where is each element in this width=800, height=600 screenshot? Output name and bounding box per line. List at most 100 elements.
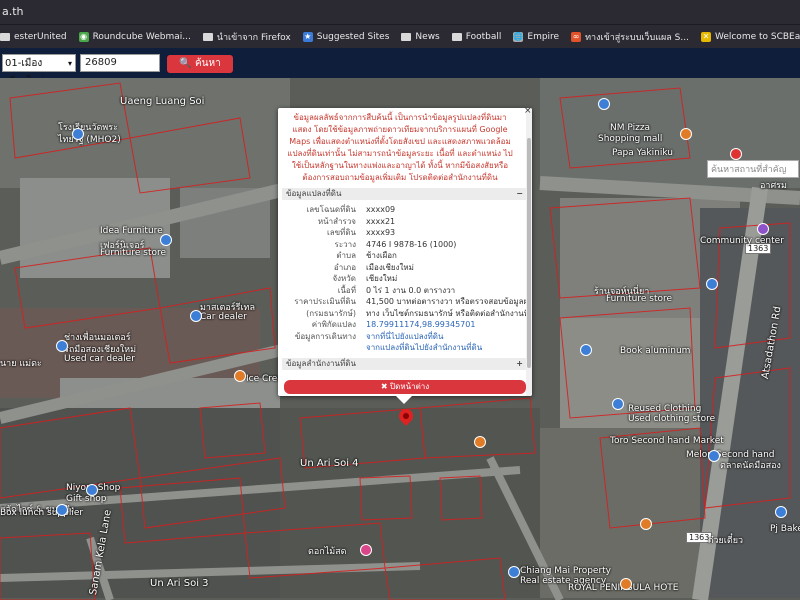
parcel-row: เลขโฉนดที่ดิน xxxx09	[282, 204, 526, 215]
search-button[interactable]: 🔍 ค้นหา	[167, 55, 233, 73]
collapse-icon: −	[516, 189, 523, 198]
parcel-row: ตำบล ช้างเผือก	[282, 250, 526, 261]
section-parcel-info[interactable]: ข้อมูลแปลงที่ดิน −	[282, 188, 526, 200]
field-link[interactable]: จากที่นี่ไปยังแปลงที่ดิน	[366, 331, 443, 342]
bookmark-8[interactable]: ✕Welcome to SCBEas...	[700, 32, 800, 42]
scb-icon: ✕	[700, 32, 711, 42]
bookmark-label: News	[415, 32, 440, 42]
ice-cream-marker-icon[interactable]	[234, 370, 246, 382]
property-marker-icon[interactable]	[508, 566, 520, 578]
folder-icon	[0, 33, 10, 41]
place-label: Community center	[700, 236, 784, 246]
field-value: xxxx93	[366, 228, 396, 237]
flower-marker-icon[interactable]	[360, 544, 372, 556]
field-label: ข้อมูลการเดินทาง	[294, 331, 356, 341]
field-label: เนื้อที่	[337, 285, 356, 295]
place-label: Used clothing store	[628, 414, 716, 424]
close-window-button[interactable]: ✖ ปิดหน้าต่าง	[284, 380, 526, 394]
folder-icon	[202, 33, 213, 41]
field-value: xxxx21	[366, 216, 396, 226]
furniture-store-marker-icon[interactable]	[706, 278, 718, 290]
restaurant-marker-icon[interactable]	[474, 436, 486, 448]
bookmark-4[interactable]: News	[401, 32, 440, 42]
place-label: Chiang Mai Property	[520, 566, 612, 576]
bookmark-label: Roundcube Webmai...	[92, 32, 191, 42]
bookmark-7[interactable]: ∞ ทางเข้าสู่ระบบเว็บแผล S...	[571, 30, 689, 44]
noodle-marker-icon[interactable]	[640, 518, 652, 530]
bookmark-5[interactable]: Football	[451, 32, 502, 42]
bookmark-1[interactable]: ◉ Roundcube Webmai...	[78, 32, 191, 42]
field-value: 0 ไร่ 1 งาน 0.0 ตารางวา	[366, 285, 456, 295]
bookmark-0[interactable]: esterUnited	[0, 32, 67, 42]
expand-icon: +	[516, 359, 523, 368]
parcel-row: เนื้อที่ 0 ไร่ 1 งาน 0.0 ตารางวา	[282, 285, 526, 296]
used-car-marker-icon[interactable]	[56, 340, 68, 352]
aluminum-marker-icon[interactable]	[580, 344, 592, 356]
hotel-marker-icon[interactable]	[620, 578, 632, 590]
field-label: ราคาประเมินที่ดิน	[294, 297, 356, 306]
popup-scrollbar[interactable]	[526, 108, 532, 396]
secondhand-marker-icon[interactable]	[708, 450, 720, 462]
bookmark-label: Welcome to SCBEas...	[714, 32, 800, 42]
bookmark-2[interactable]: นำเข้าจาก Firefox	[202, 30, 291, 44]
car-dealer-marker-icon[interactable]	[190, 310, 202, 322]
parcel-row: ข้อมูลการเดินทาง จากที่นี่ไปยังแปลงที่ดิน	[282, 331, 526, 342]
place-label: Shopping mall	[598, 134, 663, 144]
bookmark-label: Football	[465, 32, 502, 42]
parcel-row: อำเภอ เมืองเชียงใหม่	[282, 262, 526, 273]
address-bar[interactable]: a.th	[0, 0, 800, 24]
bookmarks-bar: esterUnited ◉ Roundcube Webmai... นำเข้าจาก…	[0, 24, 800, 49]
district-select[interactable]: 01-เมืองเชียงใหม่▾	[2, 54, 76, 87]
place-label: อาศรม	[760, 181, 787, 191]
place-label: Used car dealer	[64, 354, 135, 364]
parcel-row: ราคาประเมินที่ดิน 41,500 บาทต่อตารางวา หร…	[282, 296, 532, 307]
field-label: ระวาง	[334, 239, 356, 249]
lunch-marker-icon[interactable]	[56, 504, 68, 516]
disclaimer-text: ข้อมูลผลลัพธ์จากการสืบค้นนี้ เป็นการนำข้…	[287, 113, 513, 182]
parcel-info-popup: ข้อมูลผลลัพธ์จากการสืบค้นนี้ เป็นการนำข้…	[278, 108, 532, 396]
globe-icon: 🌐	[513, 32, 524, 42]
place-label: Car dealer	[200, 312, 247, 322]
field-value: xxxx09	[366, 205, 396, 214]
scroll-thumb[interactable]	[527, 138, 531, 368]
bookmark-3[interactable]: ★ Suggested Sites	[302, 32, 389, 42]
place-label: Box lunch supplier	[0, 508, 84, 518]
yakiniku-marker-icon[interactable]	[730, 148, 742, 160]
clothing-marker-icon[interactable]	[612, 398, 624, 410]
site-icon: ∞	[571, 32, 582, 42]
field-value: เมืองเชียงใหม่	[366, 262, 414, 272]
place-label: ไทยรัฐ (MHO2)	[58, 135, 121, 145]
parcel-number-input[interactable]: 26809	[80, 54, 160, 72]
school-marker-icon[interactable]	[72, 128, 84, 140]
parcel-row: เลขที่ดิน xxxx93	[282, 227, 526, 238]
field-link[interactable]: 18.79911174,98.99345701	[366, 319, 475, 330]
community-center-marker-icon[interactable]	[757, 223, 769, 235]
field-value: 41,500 บาทต่อตารางวา หรือตรวจสอบข้อมูลผ่…	[366, 297, 532, 306]
section-parcel-title: ข้อมูลแปลงที่ดิน	[286, 189, 342, 198]
gift-shop-marker-icon[interactable]	[86, 484, 98, 496]
bake-marker-icon[interactable]	[775, 506, 787, 518]
field-label: (กรมธนารักษ์)	[306, 308, 356, 318]
url-text: a.th	[2, 5, 24, 18]
section-land-office-title: ข้อมูลสำนักงานที่ดิน	[286, 359, 356, 368]
bookmark-6[interactable]: 🌐 Empire	[513, 32, 559, 42]
food-marker-icon[interactable]	[680, 128, 692, 140]
landmark-search-input[interactable]: ค้นหาสถานที่สำคัญ	[707, 160, 799, 178]
furniture-marker-icon[interactable]	[160, 234, 172, 246]
close-icon[interactable]: ×	[524, 108, 532, 116]
chevron-down-icon: ▾	[67, 59, 72, 68]
field-link[interactable]: จากแปลงที่ดินไปยังสำนักงานที่ดิน	[366, 342, 482, 353]
parcel-row: จังหวัด เชียงใหม่	[282, 273, 526, 284]
parcel-row: ระวาง 4746 I 9878-16 (1000)	[282, 239, 526, 250]
place-label: Toro Second hand Market	[610, 436, 724, 446]
pizza-marker-icon[interactable]	[598, 98, 610, 110]
parcel-row: ค่าพิกัดแปลง 18.79911174,98.99345701	[282, 319, 526, 330]
parcel-row: จากแปลงที่ดินไปยังสำนักงานที่ดิน	[282, 342, 526, 353]
field-label: หน้าสำรวจ	[317, 216, 356, 226]
field-label: ค่าพิกัดแปลง	[311, 320, 356, 329]
section-land-office[interactable]: ข้อมูลสำนักงานที่ดิน +	[282, 358, 526, 370]
roundcube-icon: ◉	[78, 32, 89, 42]
place-label: Furniture store	[606, 294, 673, 304]
field-label: เลขที่ดิน	[326, 228, 356, 237]
field-label: ตำบล	[336, 251, 356, 260]
